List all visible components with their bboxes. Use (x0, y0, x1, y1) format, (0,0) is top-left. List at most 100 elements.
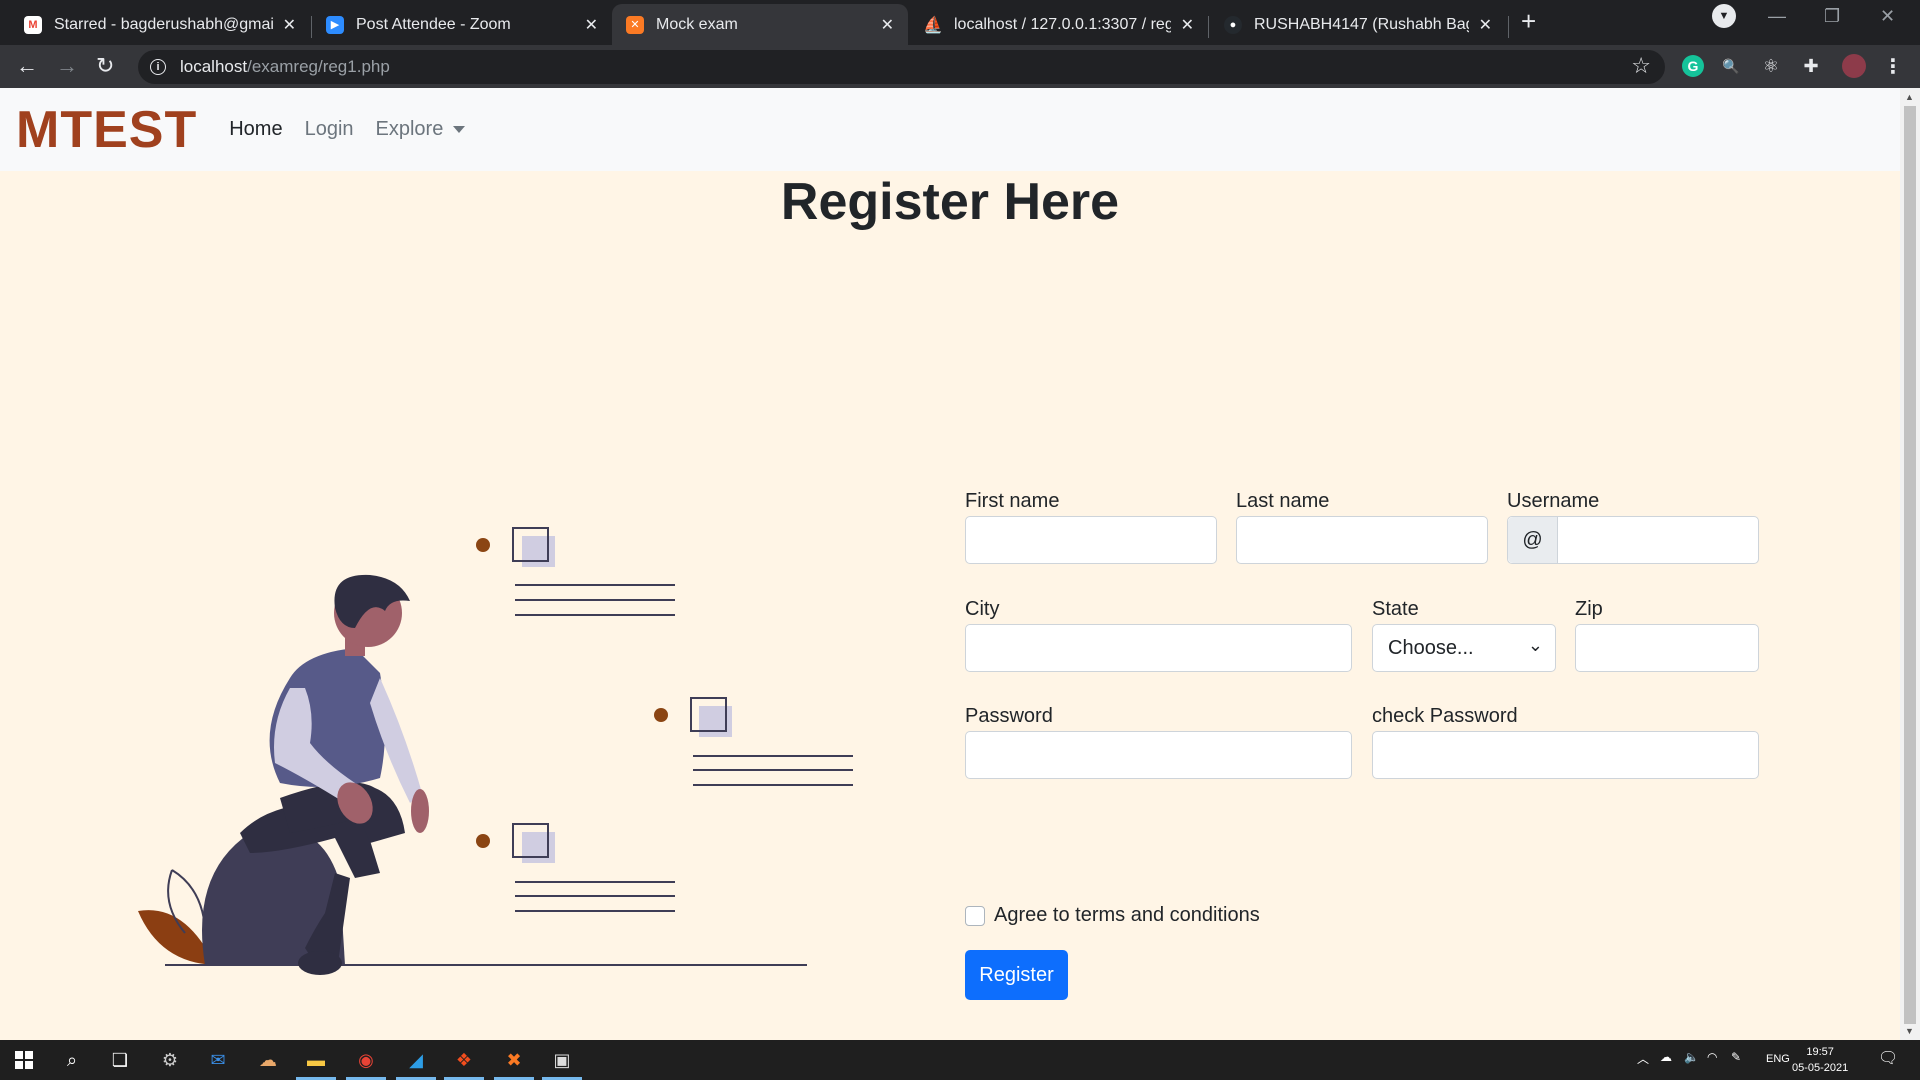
page-scrollbar[interactable]: ▲ ▼ (1900, 88, 1920, 1040)
forward-arrow-icon[interactable]: → (56, 53, 78, 79)
file-explorer-icon[interactable]: ▬ (292, 1040, 340, 1080)
wifi-icon[interactable]: ◠ (1707, 1050, 1717, 1064)
scrollbar-thumb[interactable] (1904, 106, 1916, 1024)
scroll-down-arrow-icon[interactable]: ▼ (1905, 1026, 1914, 1036)
vscode-icon[interactable]: ◢ (392, 1040, 440, 1080)
nav-dropdown-explore[interactable]: Explore (376, 118, 466, 141)
volume-icon[interactable]: 🔈 (1684, 1050, 1699, 1064)
nav-link-explore-label: Explore (375, 118, 444, 140)
scroll-up-arrow-icon[interactable]: ▲ (1905, 92, 1914, 102)
close-tab-icon[interactable]: ✕ (1479, 15, 1492, 35)
terminal-icon[interactable]: ▣ (538, 1040, 586, 1080)
username-input-group[interactable]: @ (1507, 516, 1759, 564)
app-cloud-icon[interactable]: ☁ (244, 1040, 292, 1080)
grammarly-icon[interactable]: G (1682, 55, 1704, 77)
settings-gear-icon[interactable]: ⚙ (146, 1040, 194, 1080)
xampp-taskbar-icon[interactable]: ✖ (490, 1040, 538, 1080)
minimize-icon[interactable]: ― (1768, 6, 1786, 27)
profile-avatar[interactable] (1842, 54, 1866, 78)
react-devtools-icon[interactable]: ⚛ (1760, 55, 1782, 77)
site-navbar: MTEST Home Login Explore (0, 88, 1900, 171)
city-label: City (965, 598, 1000, 620)
tab-separator (1208, 16, 1209, 38)
tab-zoom[interactable]: ▶ Post Attendee - Zoom ✕ (312, 4, 612, 45)
state-label: State (1372, 598, 1419, 620)
browser-tab-strip: M Starred - bagderushabh@gmail.c ✕ ▶ Pos… (0, 0, 1920, 45)
brand-logo[interactable]: MTEST (16, 104, 197, 156)
state-select[interactable]: Choose... ⌄ (1372, 624, 1556, 672)
windows-taskbar: ⌕ ❏ ⚙ ✉ ☁ ▬ ◉ ◢ ❖ ✖ ▣ ︿ ☁ 🔈 ◠ ✎ ENG 19:5… (0, 1040, 1920, 1080)
terms-label[interactable]: Agree to terms and conditions (994, 904, 1260, 927)
tab-phpmyadmin[interactable]: ⛵ localhost / 127.0.0.1:3307 / regist ✕ (910, 4, 1208, 45)
github-icon: ● (1224, 15, 1242, 34)
restore-icon[interactable]: ❐ (1824, 6, 1840, 27)
close-tab-icon[interactable]: ✕ (283, 15, 296, 35)
terms-checkbox[interactable] (965, 906, 985, 926)
pen-icon[interactable]: ✎ (1731, 1050, 1741, 1064)
tab-search-chevron-icon[interactable]: ▼ (1712, 4, 1736, 28)
close-window-icon[interactable]: ✕ (1880, 6, 1895, 27)
first-name-input[interactable] (965, 516, 1217, 564)
tab-title: Starred - bagderushabh@gmail.c (54, 15, 273, 33)
system-clock[interactable]: 19:57 05-05-2021 (1792, 1044, 1848, 1076)
windows-start-icon[interactable] (0, 1040, 48, 1080)
nav-link-home[interactable]: Home (229, 118, 282, 141)
close-tab-icon[interactable]: ✕ (585, 15, 598, 35)
figma-icon[interactable]: ❖ (440, 1040, 488, 1080)
url-text: localhost/examreg/reg1.php (180, 57, 390, 77)
tab-separator (1508, 16, 1509, 38)
zip-input[interactable] (1575, 624, 1759, 672)
close-tab-icon[interactable]: ✕ (881, 15, 894, 35)
browser-toolbar: ← → ↻ i localhost/examreg/reg1.php ☆ G 🔍… (0, 45, 1920, 88)
state-selected-value: Choose... (1388, 637, 1474, 659)
back-arrow-icon[interactable]: ← (16, 53, 38, 79)
chrome-icon[interactable]: ◉ (342, 1040, 390, 1080)
city-input[interactable] (965, 624, 1352, 672)
tab-title: RUSHABH4147 (Rushabh Bagde) (1254, 15, 1469, 33)
password-label: Password (965, 705, 1053, 727)
address-bar[interactable]: i localhost/examreg/reg1.php ☆ (138, 50, 1665, 84)
chrome-menu-icon[interactable]: ⋮ (1882, 55, 1904, 78)
nav-link-login[interactable]: Login (305, 118, 354, 141)
tray-expand-chevron-icon[interactable]: ︿ (1637, 1050, 1649, 1067)
zoom-icon: ▶ (326, 15, 344, 34)
search-icon[interactable]: ⌕ (48, 1040, 96, 1080)
tab-gmail[interactable]: M Starred - bagderushabh@gmail.c ✕ (10, 4, 310, 45)
notification-icon[interactable]: 🗨 (1878, 1048, 1898, 1068)
web-page: MTEST Home Login Explore Register Here F… (0, 88, 1900, 1040)
last-name-input[interactable] (1236, 516, 1488, 564)
bookmark-star-icon[interactable]: ☆ (1631, 53, 1651, 79)
tab-mock-exam[interactable]: ✕ Mock exam ✕ (612, 4, 908, 45)
username-label: Username (1507, 490, 1600, 512)
chevron-down-icon: ⌄ (1527, 635, 1543, 655)
task-view-icon[interactable]: ❏ (96, 1040, 144, 1080)
tab-github[interactable]: ● RUSHABH4147 (Rushabh Bagde) ✕ (1210, 4, 1506, 45)
register-button[interactable]: Register (965, 950, 1068, 1000)
page-title: Register Here (780, 173, 1120, 231)
gmail-icon: M (24, 15, 42, 34)
password-input[interactable] (965, 731, 1352, 779)
person-sitting-illustration (138, 527, 853, 975)
tab-title: Post Attendee - Zoom (356, 15, 511, 33)
extensions-puzzle-icon[interactable]: ✚ (1800, 55, 1822, 77)
close-tab-icon[interactable]: ✕ (1181, 15, 1194, 35)
site-info-icon[interactable]: i (150, 59, 166, 75)
onedrive-cloud-icon[interactable]: ☁ (1660, 1050, 1672, 1064)
reload-icon[interactable]: ↻ (96, 53, 114, 79)
check-password-input[interactable] (1372, 731, 1759, 779)
xampp-icon: ✕ (626, 15, 644, 34)
first-name-label: First name (965, 490, 1060, 512)
at-sign-prefix: @ (1508, 517, 1558, 563)
magnifier-extension-icon[interactable]: 🔍 (1720, 55, 1742, 77)
new-tab-plus-icon[interactable]: + (1521, 6, 1536, 37)
clock-time: 19:57 (1806, 1046, 1834, 1058)
language-indicator[interactable]: ENG (1766, 1053, 1790, 1065)
mail-icon[interactable]: ✉ (194, 1040, 242, 1080)
zip-label: Zip (1575, 598, 1603, 620)
caret-down-icon (453, 126, 466, 134)
phpmyadmin-icon: ⛵ (923, 16, 943, 34)
tab-title: Mock exam (656, 15, 738, 33)
url-host: localhost (180, 57, 248, 76)
check-password-label: check Password (1372, 705, 1518, 727)
url-path: /examreg/reg1.php (247, 57, 390, 76)
